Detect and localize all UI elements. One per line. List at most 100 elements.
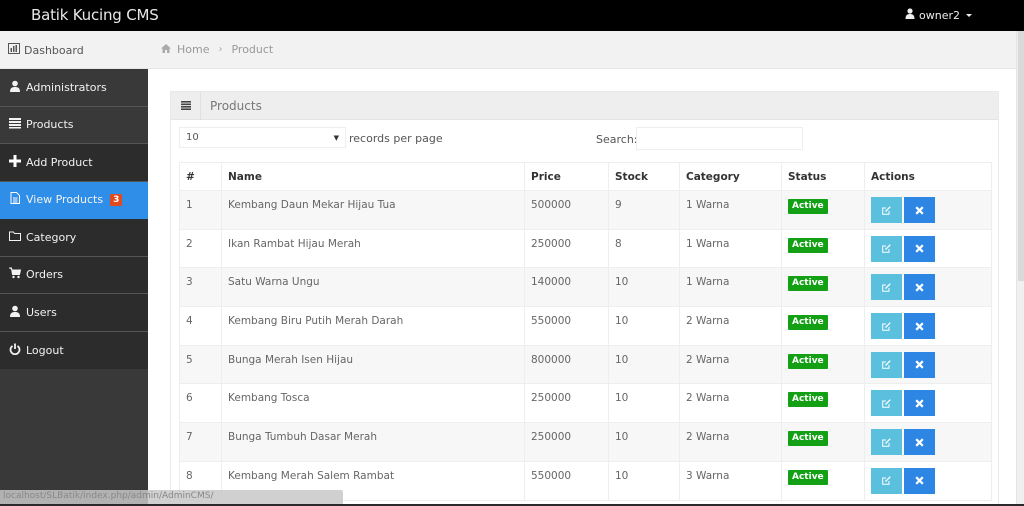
sub-header: Dashboard Home › Product — [0, 31, 1024, 69]
records-per-page-select[interactable]: 10 ▼ — [179, 127, 346, 148]
table-row: 5 Bunga Merah Isen Hijau 800000 10 2 War… — [179, 344, 992, 385]
delete-button[interactable] — [904, 274, 935, 301]
edit-button[interactable] — [871, 197, 902, 223]
cell-actions — [864, 383, 992, 424]
edit-button[interactable] — [871, 429, 902, 456]
close-icon — [915, 319, 924, 334]
user-icon — [9, 80, 21, 95]
column-header-number[interactable]: # — [179, 162, 222, 191]
cell-name: Bunga Merah Isen Hijau — [221, 344, 525, 385]
sidebar-item-products[interactable]: Products — [0, 107, 148, 144]
delete-button[interactable] — [904, 467, 935, 494]
sidebar-item-administrators[interactable]: Administrators — [0, 69, 148, 107]
column-header-status[interactable]: Status — [781, 162, 865, 191]
cell-actions — [864, 344, 992, 385]
delete-button[interactable] — [904, 390, 935, 417]
breadcrumb-home[interactable]: Home — [177, 43, 209, 56]
top-navbar: Batik Kucing CMS owner2 — [0, 0, 1024, 31]
close-icon — [915, 357, 924, 372]
caret-down-icon — [966, 13, 972, 17]
delete-button[interactable] — [904, 235, 935, 262]
column-header-price[interactable]: Price — [524, 162, 609, 191]
edit-icon — [882, 203, 891, 218]
dashboard-label: Dashboard — [24, 43, 84, 57]
cell-status: Active — [781, 190, 865, 230]
cell-status: Active — [781, 306, 865, 346]
status-badge: Active — [788, 315, 828, 331]
edit-button[interactable] — [871, 313, 902, 340]
page-scrollbar[interactable] — [1016, 31, 1024, 504]
cell-actions — [864, 460, 992, 501]
cell-price: 250000 — [524, 228, 609, 269]
browser-status-url: localhost/SLBatik/index.php/admin/AdminC… — [0, 490, 343, 504]
cell-price: 250000 — [524, 422, 609, 462]
cell-stock: 10 — [608, 344, 680, 385]
close-icon — [915, 435, 924, 450]
cell-stock: 8 — [608, 228, 680, 269]
sidebar-item-orders[interactable]: Orders — [0, 256, 148, 294]
cell-name: Kembang Tosca — [221, 383, 525, 424]
close-icon — [915, 241, 924, 256]
table-row: 1 Kembang Daun Mekar Hijau Tua 500000 9 … — [179, 190, 992, 230]
sidebar-item-users[interactable]: Users — [0, 294, 148, 332]
sidebar-item-view-products[interactable]: View Products 3 — [0, 181, 148, 219]
cell-category: 2 Warna — [679, 383, 782, 424]
dropdown-arrow-icon: ▼ — [333, 133, 339, 142]
column-header-name[interactable]: Name — [221, 162, 525, 191]
brand-title[interactable]: Batik Kucing CMS — [31, 6, 159, 24]
close-icon — [915, 203, 924, 218]
cell-actions — [864, 190, 992, 230]
sidebar-item-label: View Products — [26, 193, 104, 207]
edit-button[interactable] — [871, 390, 902, 417]
folder-icon — [9, 230, 21, 245]
column-header-category[interactable]: Category — [679, 162, 782, 191]
list-icon — [171, 91, 201, 120]
delete-button[interactable] — [904, 197, 935, 223]
cell-status: Active — [781, 344, 865, 385]
cell-number: 5 — [179, 344, 222, 385]
scrollbar-thumb[interactable] — [1018, 31, 1024, 281]
table-header-row: # Name Price Stock Category Status Actio… — [179, 162, 992, 191]
breadcrumb-separator: › — [218, 44, 223, 55]
cell-price: 500000 — [524, 190, 609, 230]
close-icon — [915, 473, 924, 488]
delete-button[interactable] — [904, 429, 935, 456]
status-badge: Active — [788, 469, 828, 485]
user-icon — [905, 8, 915, 22]
cell-number: 3 — [179, 267, 222, 308]
table-row: 4 Kembang Biru Putih Merah Darah 550000 … — [179, 306, 992, 346]
edit-button[interactable] — [871, 351, 902, 378]
cell-category: 3 Warna — [679, 460, 782, 501]
edit-button[interactable] — [871, 235, 902, 262]
status-badge: Active — [788, 237, 828, 253]
bar-chart-icon — [8, 43, 20, 57]
status-badge: Active — [788, 431, 828, 447]
edit-button[interactable] — [871, 274, 902, 301]
dashboard-link[interactable]: Dashboard — [8, 43, 84, 57]
sidebar-item-logout[interactable]: Logout — [0, 331, 148, 369]
column-header-stock[interactable]: Stock — [608, 162, 680, 191]
table-controls: 10 ▼ records per page Search: — [171, 120, 998, 162]
cell-stock: 10 — [608, 422, 680, 462]
cell-price: 550000 — [524, 460, 609, 501]
cart-icon — [9, 267, 22, 282]
search-input[interactable] — [636, 127, 803, 150]
edit-icon — [882, 396, 891, 411]
sidebar-item-label: Users — [26, 305, 57, 319]
sidebar-item-label: Add Product — [26, 155, 93, 169]
cell-status: Active — [781, 228, 865, 269]
edit-button[interactable] — [871, 467, 902, 494]
delete-button[interactable] — [904, 313, 935, 340]
panel-header: Products — [171, 91, 998, 120]
delete-button[interactable] — [904, 351, 935, 378]
power-icon — [9, 343, 21, 358]
sidebar-item-add-product[interactable]: Add Product — [0, 144, 148, 182]
edit-icon — [882, 319, 891, 334]
cell-stock: 10 — [608, 383, 680, 424]
edit-icon — [882, 241, 891, 256]
user-menu[interactable]: owner2 — [905, 8, 972, 22]
sidebar-item-category[interactable]: Category — [0, 219, 148, 257]
cell-actions — [864, 422, 992, 462]
cell-status: Active — [781, 422, 865, 462]
list-icon — [9, 117, 21, 132]
